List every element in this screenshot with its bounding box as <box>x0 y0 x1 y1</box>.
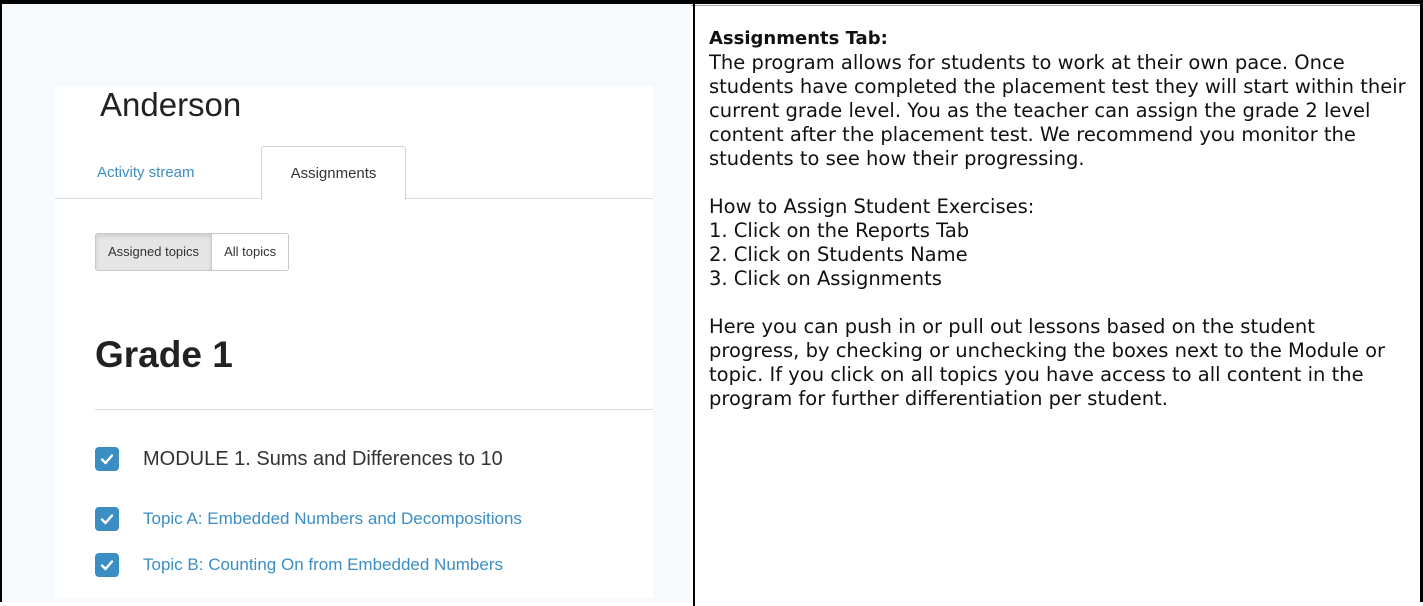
instructions-intro: The program allows for students to work … <box>709 51 1406 170</box>
topic-filter-toggle: Assigned topics All topics <box>95 233 290 271</box>
step-item: 1. Click on the Reports Tab <box>709 219 970 242</box>
howto-heading: How to Assign Student Exercises: <box>709 195 1035 218</box>
instructions-panel: Assignments Tab: The program allows for … <box>709 27 1409 411</box>
tab-assignments[interactable]: Assignments <box>261 146 406 200</box>
steps-list: 1. Click on the Reports Tab 2. Click on … <box>709 219 1409 291</box>
section-divider <box>95 409 653 410</box>
all-topics-button[interactable]: All topics <box>212 234 289 270</box>
assignments-view: Anderson Activity stream Assignments Ass… <box>55 86 653 598</box>
instructions-closing: Here you can push in or pull out lessons… <box>709 315 1386 410</box>
module-checkbox[interactable] <box>95 447 119 471</box>
module-label: MODULE 1. Sums and Differences to 10 <box>143 447 503 470</box>
tab-bar: Activity stream Assignments <box>55 146 653 200</box>
step-item: 2. Click on Students Name <box>709 243 968 266</box>
step-item: 3. Click on Assignments <box>709 267 942 290</box>
topic-b-link[interactable]: Topic B: Counting On from Embedded Numbe… <box>143 555 503 575</box>
topic-row: Topic B: Counting On from Embedded Numbe… <box>95 553 503 577</box>
topic-b-checkbox[interactable] <box>95 553 119 577</box>
grade-title: Grade 1 <box>95 334 233 375</box>
column-divider <box>693 4 695 606</box>
module-row: MODULE 1. Sums and Differences to 10 <box>95 447 503 471</box>
checkmark-icon <box>100 454 114 465</box>
topic-row: Topic A: Embedded Numbers and Decomposit… <box>95 507 522 531</box>
assigned-topics-button[interactable]: Assigned topics <box>96 234 213 270</box>
checkmark-icon <box>100 514 114 525</box>
checkmark-icon <box>100 560 114 571</box>
student-name: Anderson <box>100 86 242 123</box>
instructions-heading: Assignments Tab: <box>709 28 888 49</box>
tab-activity-stream[interactable]: Activity stream <box>75 146 217 200</box>
topic-a-link[interactable]: Topic A: Embedded Numbers and Decomposit… <box>143 509 522 529</box>
page: Anderson Activity stream Assignments Ass… <box>0 0 1423 606</box>
screenshot-panel: Anderson Activity stream Assignments Ass… <box>2 4 691 602</box>
topic-a-checkbox[interactable] <box>95 507 119 531</box>
